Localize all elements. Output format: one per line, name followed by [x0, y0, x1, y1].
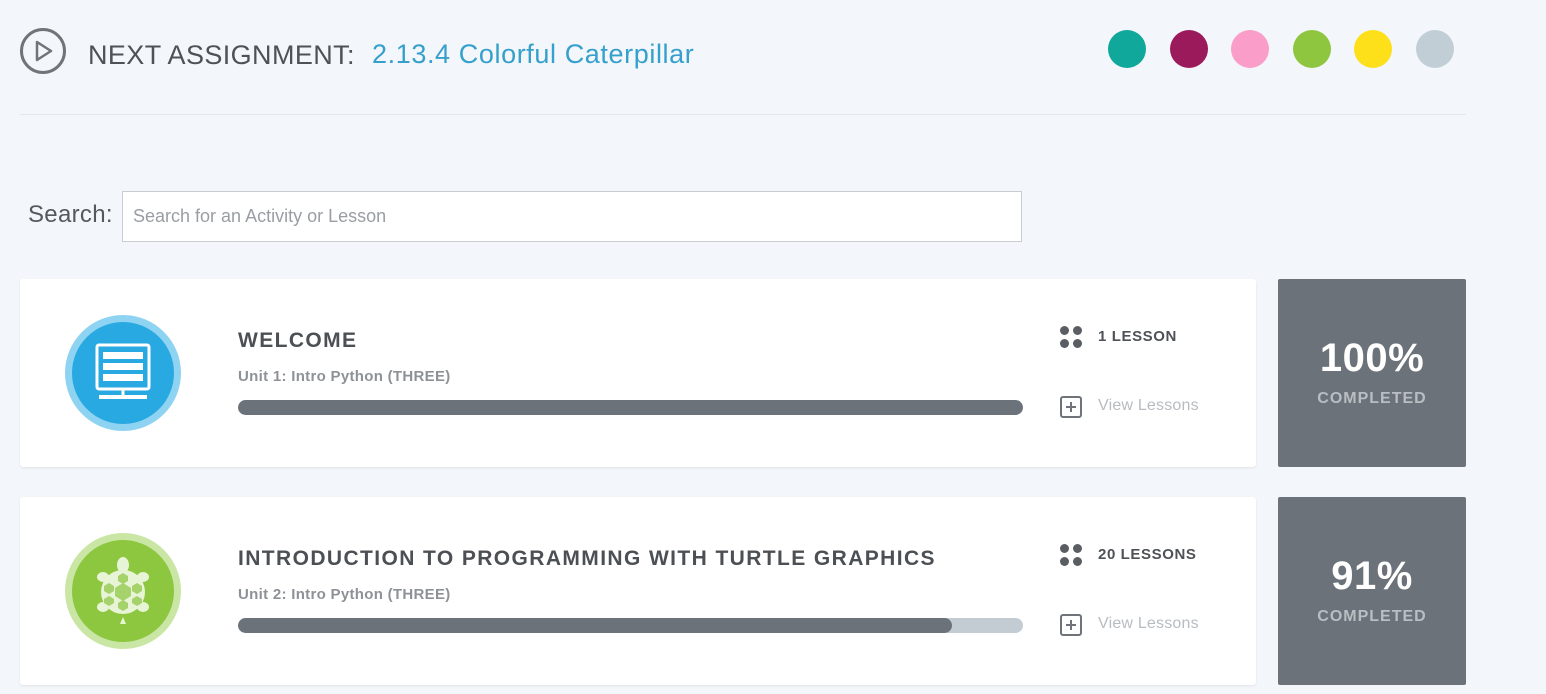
- computer-monitor-icon: [95, 343, 151, 399]
- completion-panel: 100% COMPLETED: [1278, 279, 1466, 467]
- completion-label: COMPLETED: [1317, 390, 1427, 407]
- color-swatch-gray[interactable]: [1416, 30, 1454, 68]
- course-page: NEXT ASSIGNMENT: 2.13.4 Colorful Caterpi…: [0, 0, 1546, 694]
- unit-title: WELCOME: [238, 329, 358, 352]
- unit-title: INTRODUCTION TO PROGRAMMING WITH TURTLE …: [238, 547, 936, 570]
- unit-progress-bar: [238, 618, 1023, 633]
- color-swatch-maroon[interactable]: [1170, 30, 1208, 68]
- plus-square-icon[interactable]: [1060, 396, 1082, 418]
- turtle-icon: [97, 557, 149, 624]
- view-lessons-label[interactable]: View Lessons: [1098, 397, 1199, 415]
- color-swatch-teal[interactable]: [1108, 30, 1146, 68]
- search-input[interactable]: [122, 191, 1022, 242]
- grid-dots-icon: [1060, 544, 1084, 568]
- next-assignment-link[interactable]: 2.13.4 Colorful Caterpillar: [372, 39, 694, 70]
- unit-icon-badge: [65, 315, 181, 431]
- grid-dots-icon: [1060, 326, 1084, 350]
- unit-progress-bar: [238, 400, 1023, 415]
- search-label: Search:: [28, 201, 113, 228]
- color-swatch-green[interactable]: [1293, 30, 1331, 68]
- unit-card-welcome[interactable]: WELCOME Unit 1: Intro Python (THREE) 1 L…: [20, 279, 1256, 467]
- unit-subtitle: Unit 1: Intro Python (THREE): [238, 368, 451, 385]
- play-circle-icon[interactable]: [20, 28, 66, 74]
- unit-subtitle: Unit 2: Intro Python (THREE): [238, 586, 451, 603]
- view-lessons-label[interactable]: View Lessons: [1098, 615, 1199, 633]
- unit-card-turtle-graphics[interactable]: INTRODUCTION TO PROGRAMMING WITH TURTLE …: [20, 497, 1256, 685]
- lesson-count-label: 20 LESSONS: [1098, 546, 1197, 563]
- lesson-count-label: 1 LESSON: [1098, 328, 1177, 345]
- completion-percent: 100%: [1319, 336, 1425, 380]
- unit-progress-fill: [238, 618, 953, 633]
- completion-panel: 91% COMPLETED: [1278, 497, 1466, 685]
- plus-square-icon[interactable]: [1060, 614, 1082, 636]
- unit-progress-fill: [238, 400, 1023, 415]
- completion-percent: 91%: [1331, 554, 1413, 598]
- next-assignment-label: NEXT ASSIGNMENT:: [88, 40, 355, 70]
- completion-label: COMPLETED: [1317, 608, 1427, 625]
- next-assignment-header: NEXT ASSIGNMENT: 2.13.4 Colorful Caterpi…: [20, 28, 1466, 80]
- unit-icon-badge: [65, 533, 181, 649]
- header-divider: [20, 114, 1466, 115]
- color-swatch-yellow[interactable]: [1354, 30, 1392, 68]
- color-swatch-pink[interactable]: [1231, 30, 1269, 68]
